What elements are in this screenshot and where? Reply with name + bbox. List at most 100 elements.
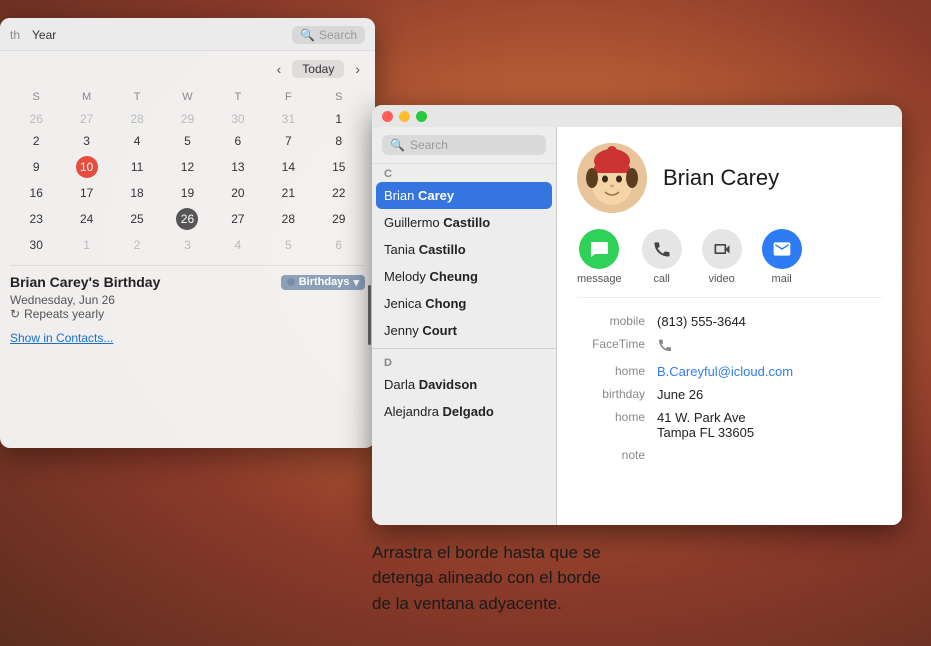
contact-name: Brian Carey xyxy=(663,165,779,191)
contacts-search-box[interactable]: 🔍 Search xyxy=(382,135,546,155)
repeat-icon: ↻ xyxy=(10,307,20,321)
cal-day[interactable]: 5 xyxy=(264,235,312,255)
info-row-home-email: home B.Careyful@icloud.com xyxy=(577,364,882,379)
contact-item-brian-carey[interactable]: Brian Carey xyxy=(376,182,552,209)
cal-day[interactable]: 1 xyxy=(315,109,363,129)
weekday-mon: M xyxy=(62,89,110,107)
close-button[interactable] xyxy=(382,111,393,122)
event-repeat: ↻ Repeats yearly xyxy=(10,307,365,321)
cal-day[interactable]: 1 xyxy=(62,235,110,255)
resize-handle[interactable] xyxy=(365,105,373,525)
video-button[interactable]: video xyxy=(702,229,742,285)
section-label-c: C xyxy=(372,164,556,182)
mail-button[interactable]: mail xyxy=(762,229,802,285)
tab-year[interactable]: Year xyxy=(32,28,56,42)
cal-day[interactable]: 30 xyxy=(214,109,262,129)
show-in-contacts-link[interactable]: Show in Contacts... xyxy=(10,331,113,345)
calendar-search-box[interactable]: 🔍 Search xyxy=(292,26,365,44)
cal-day[interactable]: 6 xyxy=(315,235,363,255)
contact-item-tania-castillo[interactable]: Tania Castillo xyxy=(372,236,556,263)
event-calendar-badge: Birthdays ▾ xyxy=(281,275,365,290)
cal-day[interactable]: 25 xyxy=(113,205,161,233)
cal-day[interactable]: 4 xyxy=(214,235,262,255)
cal-day[interactable]: 19 xyxy=(163,183,211,203)
message-button[interactable]: message xyxy=(577,229,622,285)
info-row-birthday: birthday June 26 xyxy=(577,387,882,402)
cal-day[interactable]: 21 xyxy=(264,183,312,203)
tab-th[interactable]: th xyxy=(10,28,20,42)
info-row-home-address: home 41 W. Park AveTampa FL 33605 xyxy=(577,410,882,440)
cal-day[interactable]: 15 xyxy=(315,153,363,181)
cal-day[interactable]: 13 xyxy=(214,153,262,181)
weekday-fri: F xyxy=(264,89,312,107)
facetime-value xyxy=(657,337,673,356)
cal-day[interactable]: 16 xyxy=(12,183,60,203)
contacts-search-area: 🔍 Search xyxy=(372,127,556,164)
video-icon xyxy=(702,229,742,269)
info-row-note: note xyxy=(577,448,882,462)
video-label: video xyxy=(708,273,734,285)
contact-header: Brian Carey xyxy=(577,143,882,213)
cal-day[interactable]: 9 xyxy=(12,153,60,181)
cal-day[interactable]: 5 xyxy=(163,131,211,151)
cal-day[interactable]: 18 xyxy=(113,183,161,203)
cal-day[interactable]: 22 xyxy=(315,183,363,203)
cal-day-today[interactable]: 10 xyxy=(62,153,110,181)
cal-day[interactable]: 26 xyxy=(12,109,60,129)
cal-day[interactable]: 23 xyxy=(12,205,60,233)
today-button[interactable]: Today xyxy=(292,60,344,78)
search-icon: 🔍 xyxy=(390,138,405,152)
home-address-value: 41 W. Park AveTampa FL 33605 xyxy=(657,410,754,440)
contacts-window: 🔍 Search C Brian Carey Guillermo Castill… xyxy=(372,105,902,525)
message-icon xyxy=(579,229,619,269)
weekday-wed: W xyxy=(163,89,211,107)
mail-icon xyxy=(762,229,802,269)
contact-item-guillermo-castillo[interactable]: Guillermo Castillo xyxy=(372,209,556,236)
cal-day[interactable]: 27 xyxy=(214,205,262,233)
cal-day[interactable]: 29 xyxy=(315,205,363,233)
home-email-value[interactable]: B.Careyful@icloud.com xyxy=(657,364,793,379)
cal-day[interactable]: 3 xyxy=(62,131,110,151)
contact-item-jenica-chong[interactable]: Jenica Chong xyxy=(372,290,556,317)
contact-item-melody-cheung[interactable]: Melody Cheung xyxy=(372,263,556,290)
cal-day[interactable]: 2 xyxy=(12,131,60,151)
mobile-value: (813) 555-3644 xyxy=(657,314,746,329)
minimize-button[interactable] xyxy=(399,111,410,122)
cal-day[interactable]: 8 xyxy=(315,131,363,151)
calendar-window: th Year 🔍 Search ‹ Today › S M T W T F S xyxy=(0,18,375,448)
contact-item-jenny-court[interactable]: Jenny Court xyxy=(372,317,556,344)
cal-day[interactable]: 2 xyxy=(113,235,161,255)
call-button[interactable]: call xyxy=(642,229,682,285)
call-icon xyxy=(642,229,682,269)
cal-day[interactable]: 29 xyxy=(163,109,211,129)
contacts-titlebar xyxy=(372,105,902,127)
weekday-sat: S xyxy=(315,89,363,107)
cal-day[interactable]: 11 xyxy=(113,153,161,181)
cal-day[interactable]: 28 xyxy=(113,109,161,129)
cal-day[interactable]: 4 xyxy=(113,131,161,151)
cal-day[interactable]: 31 xyxy=(264,109,312,129)
contact-item-darla-davidson[interactable]: Darla Davidson xyxy=(372,371,556,398)
cal-day-selected[interactable]: 26 xyxy=(163,205,211,233)
cal-day[interactable]: 12 xyxy=(163,153,211,181)
cal-day[interactable]: 30 xyxy=(12,235,60,255)
birthday-label: birthday xyxy=(577,387,657,401)
next-month-button[interactable]: › xyxy=(350,59,365,79)
contact-detail-pane: Brian Carey message call xyxy=(557,127,902,525)
cal-day[interactable]: 17 xyxy=(62,183,110,203)
call-label: call xyxy=(653,273,670,285)
weekday-tue: T xyxy=(113,89,161,107)
cal-day[interactable]: 7 xyxy=(264,131,312,151)
cal-day[interactable]: 28 xyxy=(264,205,312,233)
note-label: note xyxy=(577,448,657,462)
cal-day[interactable]: 20 xyxy=(214,183,262,203)
resize-line xyxy=(368,285,371,345)
fullscreen-button[interactable] xyxy=(416,111,427,122)
cal-day[interactable]: 24 xyxy=(62,205,110,233)
cal-day[interactable]: 3 xyxy=(163,235,211,255)
contact-item-alejandra-delgado[interactable]: Alejandra Delgado xyxy=(372,398,556,425)
cal-day[interactable]: 27 xyxy=(62,109,110,129)
prev-month-button[interactable]: ‹ xyxy=(272,59,287,79)
cal-day[interactable]: 6 xyxy=(214,131,262,151)
cal-day[interactable]: 14 xyxy=(264,153,312,181)
